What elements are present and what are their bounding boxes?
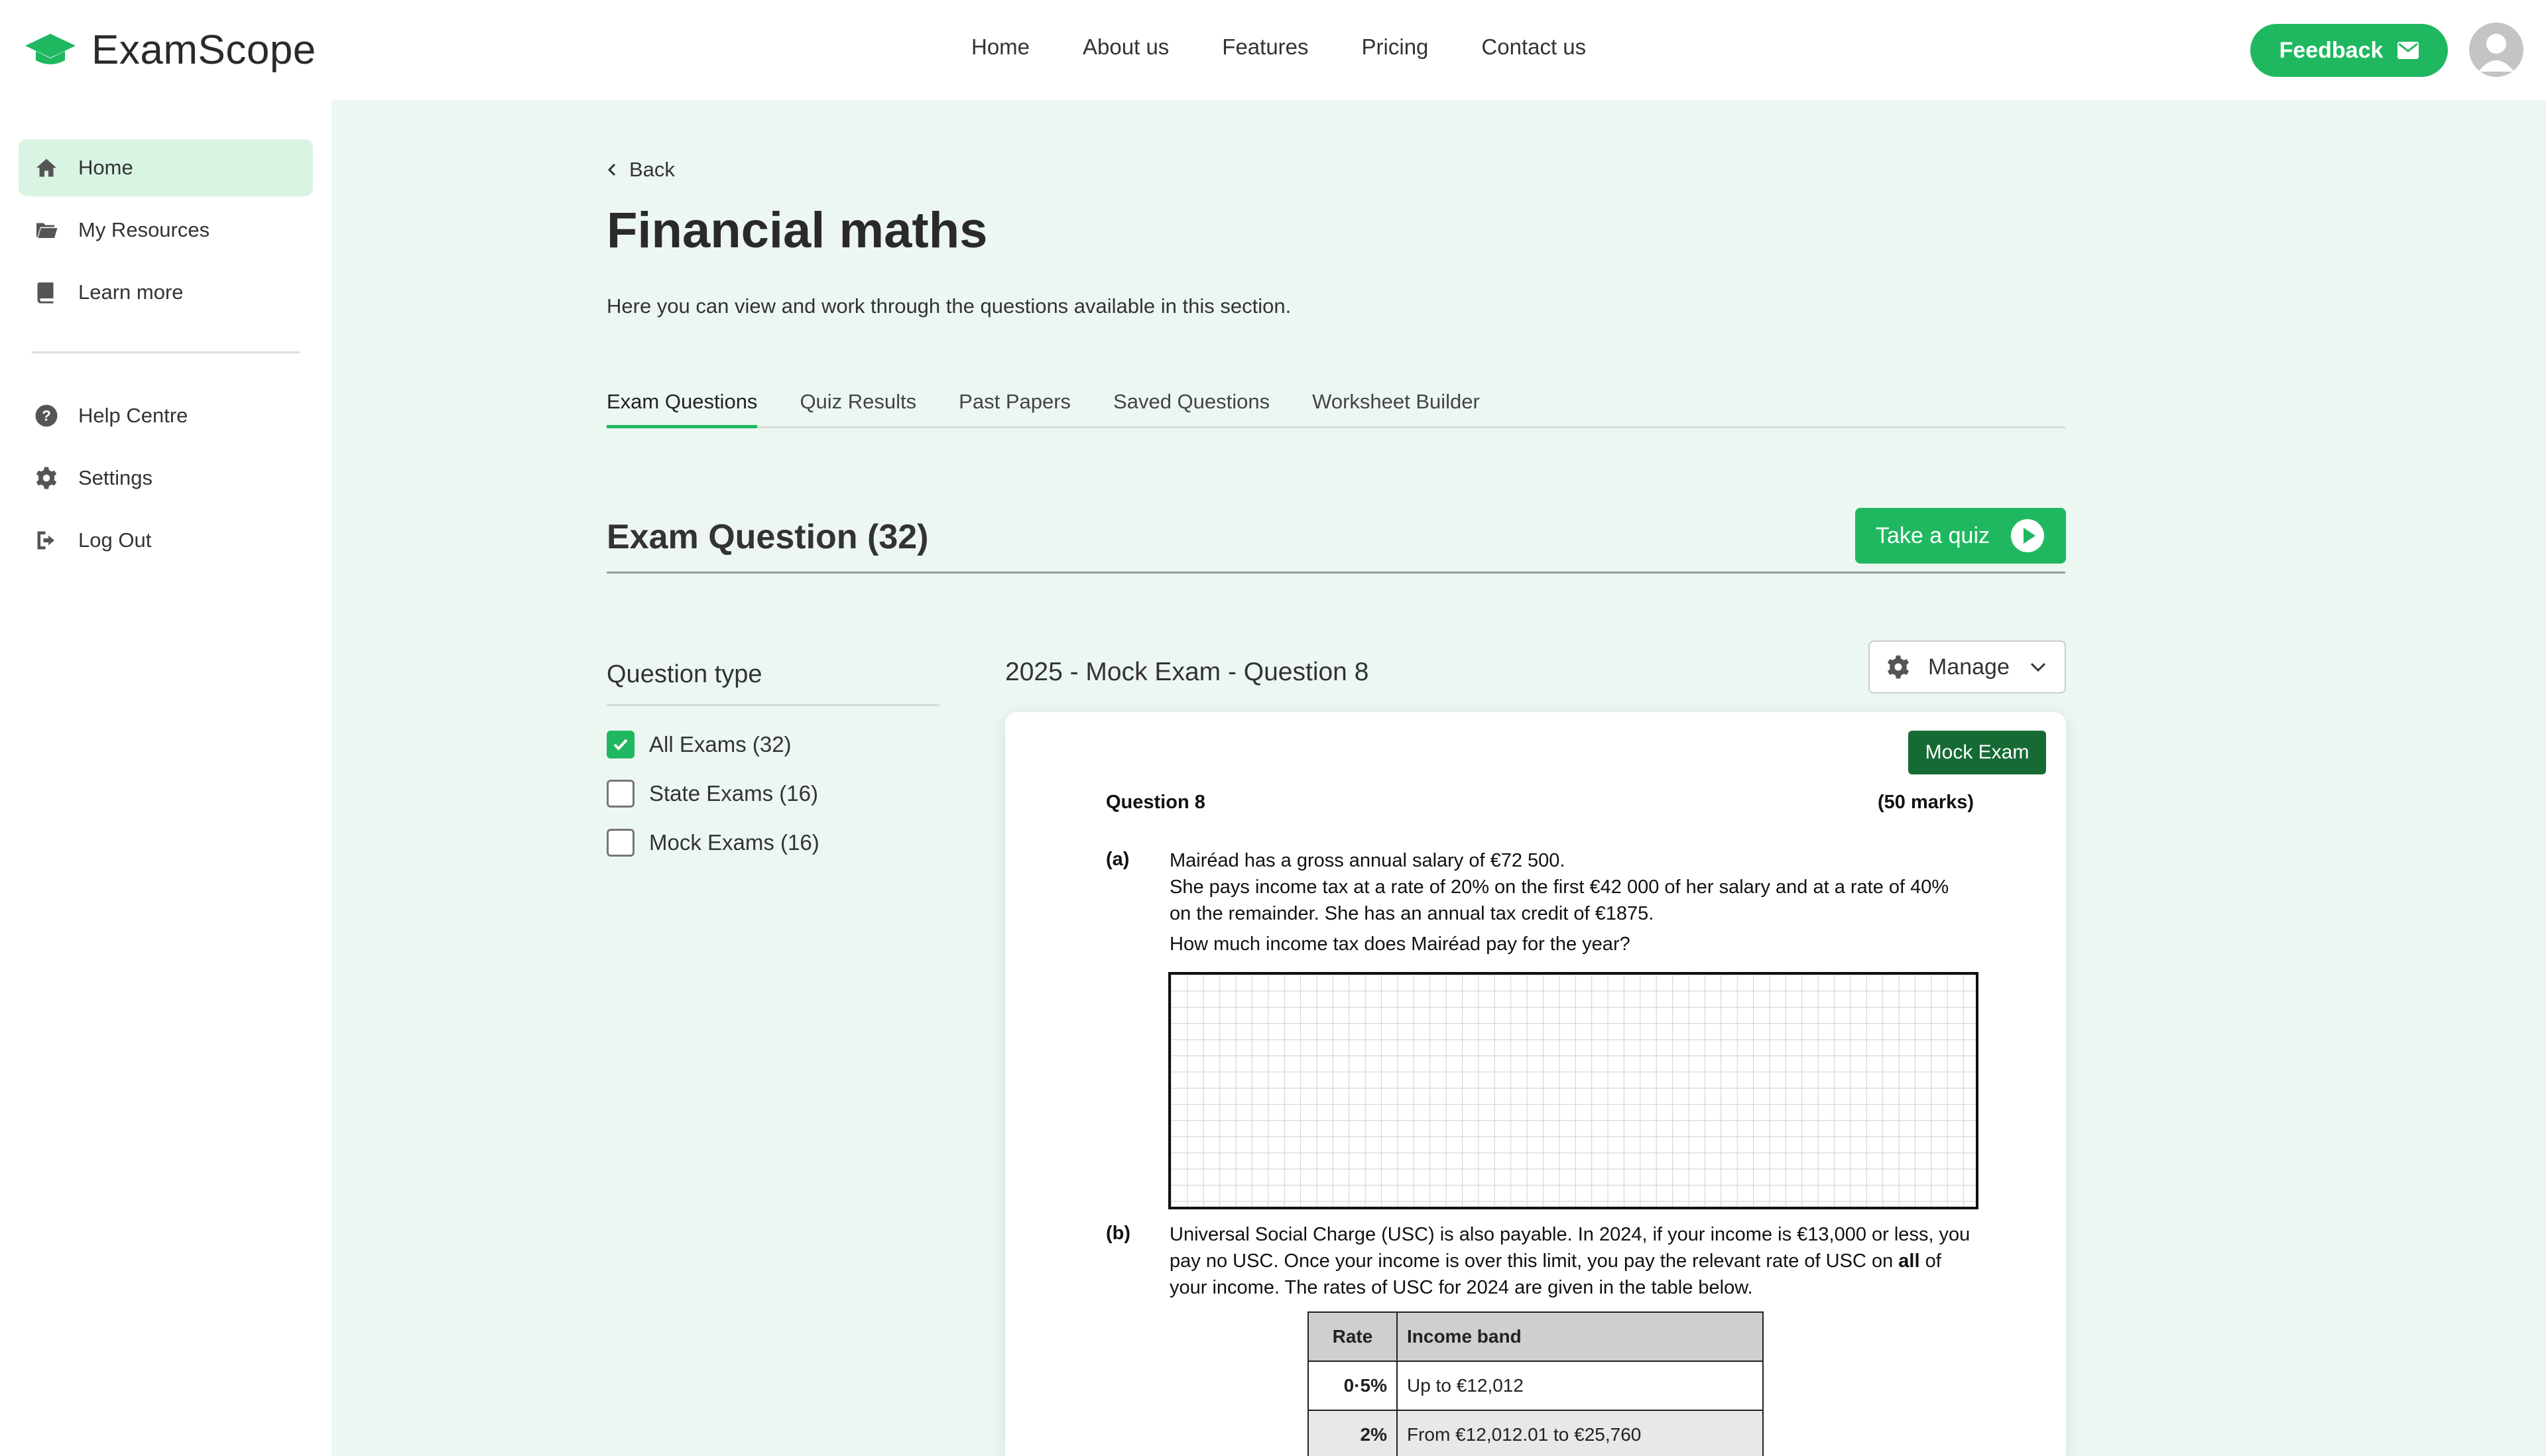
part-a-label: (a)	[1106, 849, 1130, 870]
tab-saved-questions[interactable]: Saved Questions	[1113, 390, 1270, 428]
part-a-line-3: on the remainder. She has an annual tax …	[1170, 903, 1654, 924]
gear-icon	[1888, 655, 1909, 679]
section-tabs: Exam Questions Quiz Results Past Papers …	[607, 390, 2065, 428]
filter-all-exams[interactable]: All Exams (32)	[607, 731, 792, 758]
envelope-icon	[2397, 42, 2419, 59]
sidebar-item-label: Log Out	[78, 528, 152, 552]
page-title: Financial maths	[607, 202, 988, 259]
table-header-income-band: Income band	[1396, 1311, 1764, 1362]
table-cell-income-band: From €12,012.01 to €25,760	[1396, 1410, 1764, 1456]
help-icon: ?	[35, 404, 58, 427]
table-header-rate: Rate	[1307, 1311, 1398, 1362]
part-a-text: Mairéad has a gross annual salary of €72…	[1170, 847, 2005, 927]
home-icon	[36, 158, 56, 177]
table-row: 2% From €12,012.01 to €25,760	[1307, 1410, 1764, 1456]
section-divider	[607, 572, 2065, 574]
usc-rates-table: Rate Income band 0·5% Up to €12,012 2% F…	[1307, 1311, 1764, 1456]
part-b-label: (b)	[1106, 1223, 1131, 1244]
nav-contact-us[interactable]: Contact us	[1481, 34, 1586, 60]
filter-label: All Exams (32)	[649, 732, 792, 757]
question-card: Mock Exam Question 8 (50 marks) (a) Mair…	[1005, 712, 2066, 1456]
tab-worksheet-builder[interactable]: Worksheet Builder	[1312, 390, 1480, 428]
nav-pricing[interactable]: Pricing	[1362, 34, 1429, 60]
tab-quiz-results[interactable]: Quiz Results	[800, 390, 916, 428]
part-b-text: Universal Social Charge (USC) is also pa…	[1170, 1221, 2005, 1301]
question-number: Question 8	[1106, 792, 1205, 813]
sidebar-item-log-out[interactable]: Log Out	[19, 512, 313, 569]
part-b-line-2b: of	[1919, 1250, 1941, 1272]
sidebar-item-home[interactable]: Home	[19, 139, 313, 196]
filter-label: State Exams (16)	[649, 781, 818, 806]
nav-features[interactable]: Features	[1222, 34, 1308, 60]
part-a-line-1: Mairéad has a gross annual salary of €72…	[1170, 850, 1565, 871]
sidebar-item-label: My Resources	[78, 218, 210, 241]
checkbox-checked[interactable]	[607, 731, 635, 758]
sidebar-item-label: Help Centre	[78, 404, 188, 427]
table-cell-rate: 2%	[1307, 1410, 1398, 1456]
page-description: Here you can view and work through the q…	[607, 294, 1292, 318]
part-b-line-2: pay no USC. Once your income is over thi…	[1170, 1248, 2005, 1274]
filter-state-exams[interactable]: State Exams (16)	[607, 780, 818, 808]
book-icon	[37, 282, 54, 304]
checkbox[interactable]	[607, 829, 635, 857]
filter-divider	[607, 704, 940, 706]
sidebar: Home My Resources Learn more ? Help Cent…	[0, 99, 332, 1456]
take-quiz-button[interactable]: Take a quiz	[1855, 508, 2066, 564]
part-b-line-2a: pay no USC. Once your income is over thi…	[1170, 1250, 1899, 1272]
mock-exam-badge: Mock Exam	[1908, 731, 2046, 774]
app-name: ExamScope	[91, 27, 316, 73]
logo[interactable]: ExamScope	[24, 27, 316, 73]
section-title: Exam Question (32)	[607, 518, 929, 556]
tab-exam-questions[interactable]: Exam Questions	[607, 390, 758, 428]
checkbox[interactable]	[607, 780, 635, 808]
table-header-row: Rate Income band	[1307, 1311, 1764, 1362]
user-icon	[2478, 34, 2514, 72]
feedback-button[interactable]: Feedback	[2250, 24, 2448, 77]
manage-dropdown[interactable]: Manage	[1868, 640, 2066, 694]
chevron-down-icon	[2030, 662, 2045, 672]
check-icon	[613, 739, 628, 751]
filter-mock-exams[interactable]: Mock Exams (16)	[607, 829, 819, 857]
part-a-question: How much income tax does Mairéad pay for…	[1170, 934, 1630, 955]
answer-grid	[1168, 972, 1978, 1209]
part-a-line-2: She pays income tax at a rate of 20% on …	[1170, 877, 1949, 898]
play-circle-icon	[2011, 519, 2044, 552]
table-cell-income-band: Up to €12,012	[1396, 1361, 1764, 1411]
part-b-bold: all	[1898, 1250, 1920, 1272]
sidebar-item-label: Learn more	[78, 280, 184, 304]
filter-title: Question type	[607, 660, 762, 688]
top-navigation-bar: ExamScope Home About us Features Pricing…	[0, 0, 2546, 99]
sidebar-divider	[32, 351, 300, 353]
part-b-line-1: Universal Social Charge (USC) is also pa…	[1170, 1224, 1970, 1245]
user-avatar[interactable]	[2469, 23, 2523, 77]
sidebar-item-label: Settings	[78, 466, 153, 489]
graduation-cap-icon	[25, 34, 76, 64]
table-row: 0·5% Up to €12,012	[1307, 1361, 1764, 1411]
sidebar-item-help-centre[interactable]: ? Help Centre	[19, 387, 313, 444]
part-b-line-3: your income. The rates of USC for 2024 a…	[1170, 1277, 1753, 1298]
manage-label: Manage	[1928, 654, 2010, 680]
take-quiz-label: Take a quiz	[1876, 522, 1990, 548]
svg-text:?: ?	[42, 408, 51, 424]
nav-home[interactable]: Home	[971, 34, 1030, 60]
logout-icon	[37, 531, 54, 550]
sidebar-item-settings[interactable]: Settings	[19, 450, 313, 507]
question-header: 2025 - Mock Exam - Question 8	[1005, 658, 1369, 686]
gear-icon	[36, 467, 57, 489]
nav-about-us[interactable]: About us	[1083, 34, 1169, 60]
filter-label: Mock Exams (16)	[649, 830, 819, 855]
chevron-left-icon	[607, 163, 616, 176]
question-marks: (50 marks)	[1878, 792, 1974, 813]
sidebar-item-label: Home	[78, 156, 133, 179]
tab-past-papers[interactable]: Past Papers	[959, 390, 1071, 428]
main-nav: Home About us Features Pricing Contact u…	[971, 34, 1639, 60]
back-label: Back	[629, 158, 675, 181]
sidebar-item-my-resources[interactable]: My Resources	[19, 202, 313, 259]
folder-icon	[36, 223, 58, 238]
sidebar-item-learn-more[interactable]: Learn more	[19, 264, 313, 321]
feedback-label: Feedback	[2279, 37, 2384, 63]
back-link[interactable]: Back	[607, 158, 675, 182]
table-cell-rate: 0·5%	[1307, 1361, 1398, 1411]
